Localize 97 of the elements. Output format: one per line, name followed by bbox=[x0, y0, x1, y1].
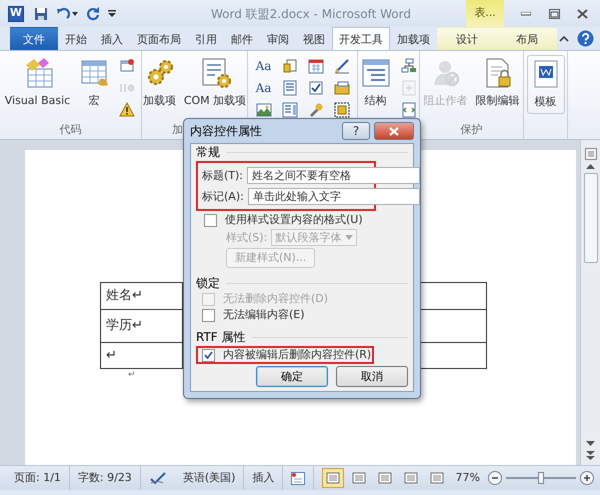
checkbox-icon[interactable] bbox=[308, 80, 324, 96]
xml-icon[interactable] bbox=[400, 102, 416, 118]
check-icon bbox=[204, 351, 213, 359]
ribbon-button[interactable]: 结构 bbox=[358, 55, 394, 112]
field-label: 样式(S): bbox=[226, 230, 268, 244]
dialog-button[interactable]: 取消 bbox=[336, 366, 408, 387]
paragraph-mark: ↵ bbox=[128, 369, 136, 382]
ribbon-button[interactable]: 宏 bbox=[76, 55, 112, 112]
drop-down-list-icon[interactable] bbox=[282, 102, 298, 118]
table-cell: 姓名↵ bbox=[100, 282, 182, 309]
ribbon-button[interactable]: 加载项 bbox=[140, 55, 178, 112]
ribbon-button[interactable]: 限制编辑 bbox=[474, 55, 522, 112]
zoom-out-icon[interactable] bbox=[488, 471, 502, 485]
group-label: 代码 bbox=[60, 123, 82, 136]
group-label: 保护 bbox=[460, 123, 482, 136]
maximize-icon bbox=[548, 9, 560, 20]
table-cell: ↵ bbox=[100, 342, 182, 368]
ribbon-tab[interactable]: 文件 bbox=[10, 27, 58, 50]
page-view-icon bbox=[326, 472, 340, 484]
page-view-icon bbox=[352, 472, 366, 484]
view-button[interactable] bbox=[322, 468, 344, 488]
ribbon-tab[interactable]: 页面布局 bbox=[130, 27, 188, 50]
ribbon-tab[interactable]: 引用 bbox=[188, 27, 224, 50]
ribbon-button[interactable]: 模板 bbox=[526, 55, 564, 114]
macro-record-icon[interactable] bbox=[291, 472, 306, 484]
collapse-ribbon-icon[interactable] bbox=[559, 35, 569, 42]
ribbon-button[interactable]: Aa bbox=[252, 77, 274, 99]
help-button[interactable]: ? bbox=[342, 122, 370, 140]
word-count[interactable]: 字数: 9/23 bbox=[78, 470, 132, 486]
contextual-tab-header: 表... bbox=[466, 0, 504, 27]
close-icon bbox=[576, 9, 588, 20]
schema-icon[interactable] bbox=[400, 58, 416, 74]
page-view-icon bbox=[404, 472, 418, 484]
group-icon[interactable] bbox=[334, 102, 350, 118]
window-title: Word 联盟2.docx - Microsoft Word bbox=[210, 6, 412, 22]
dialog-button[interactable]: 确定 bbox=[256, 366, 328, 387]
group-label: 加 bbox=[172, 123, 183, 136]
insert-mode-label[interactable]: 插入 bbox=[252, 470, 274, 486]
ribbon-tab[interactable]: 插入 bbox=[94, 27, 130, 50]
form-record-icon[interactable] bbox=[119, 58, 136, 74]
ribbon-tab[interactable]: 开发工具 bbox=[332, 27, 390, 50]
page-view-icon bbox=[378, 472, 392, 484]
slider-thumb[interactable] bbox=[538, 472, 544, 484]
field-label: 标题(T): bbox=[202, 168, 244, 182]
scrollbar-thumb[interactable] bbox=[584, 173, 598, 263]
ribbon-tab[interactable]: 布局 bbox=[497, 27, 557, 50]
checkbox[interactable] bbox=[202, 308, 215, 322]
save-icon[interactable] bbox=[34, 6, 48, 20]
checkbox-label[interactable]: 使用样式设置内容的格式(U) bbox=[225, 213, 363, 227]
minimize-icon bbox=[521, 12, 531, 16]
close-icon bbox=[389, 126, 399, 136]
section-heading: 常规 bbox=[196, 145, 220, 159]
ribbon-tab[interactable]: 审阅 bbox=[260, 27, 296, 50]
field-label: 标记(A): bbox=[202, 190, 244, 204]
dialog-title: 内容控件属性 bbox=[190, 123, 263, 140]
picture-icon[interactable] bbox=[256, 102, 272, 118]
ribbon-tab[interactable]: 加载项 bbox=[390, 27, 437, 50]
zoom-in-icon[interactable] bbox=[580, 471, 594, 485]
properties-icon[interactable] bbox=[334, 80, 350, 96]
ribbon-button[interactable]: Aa bbox=[252, 55, 274, 77]
scroll-down-icon[interactable] bbox=[586, 441, 595, 446]
section-heading: 锁定 bbox=[196, 276, 220, 290]
language-label[interactable]: 英语(美国) bbox=[182, 470, 236, 486]
warning-icon[interactable] bbox=[119, 102, 136, 118]
combo-box-icon[interactable] bbox=[282, 80, 298, 96]
ribbon-tab[interactable]: 视图 bbox=[296, 27, 332, 50]
caret-icon[interactable] bbox=[72, 12, 78, 16]
close-button[interactable] bbox=[374, 122, 414, 140]
design-mode-icon[interactable] bbox=[334, 58, 350, 74]
proofing-icon[interactable] bbox=[148, 471, 167, 485]
structure-icon bbox=[360, 57, 392, 89]
tools-icon[interactable] bbox=[308, 102, 324, 118]
zoom-level[interactable]: 77% bbox=[456, 470, 480, 486]
calendar-icon[interactable] bbox=[308, 58, 324, 74]
ribbon-tab[interactable]: 设计 bbox=[437, 27, 497, 50]
checkbox[interactable] bbox=[202, 348, 215, 362]
ribbon-tab[interactable]: 开始 bbox=[58, 27, 94, 50]
scroll-up-icon[interactable] bbox=[586, 164, 595, 169]
page-view-icon bbox=[430, 472, 444, 484]
undo-icon[interactable] bbox=[56, 6, 70, 20]
page-count[interactable]: 页面: 1/1 bbox=[14, 470, 61, 486]
help-icon[interactable] bbox=[577, 30, 594, 47]
app-icon[interactable]: W bbox=[8, 6, 24, 22]
text-field[interactable]: 单击此处输入文字 bbox=[248, 188, 420, 205]
redo-icon[interactable] bbox=[86, 6, 100, 20]
building-block-icon[interactable] bbox=[282, 58, 298, 74]
ribbon-button[interactable]: Visual Basic bbox=[2, 55, 72, 112]
section-heading: RTF 属性 bbox=[196, 330, 246, 344]
checkbox-label[interactable]: 无法编辑内容(E) bbox=[223, 308, 305, 322]
caret-icon bbox=[345, 235, 354, 240]
customize-caret-icon[interactable] bbox=[108, 10, 116, 18]
checkbox[interactable] bbox=[204, 214, 217, 226]
ribbon-tab[interactable]: 邮件 bbox=[224, 27, 260, 50]
ruler-toggle-icon[interactable] bbox=[584, 148, 596, 160]
next-page-icon[interactable] bbox=[586, 451, 595, 460]
ribbon-button[interactable]: COM 加载项 bbox=[182, 55, 248, 112]
text-field[interactable]: 姓名之间不要有空格 bbox=[247, 167, 420, 184]
